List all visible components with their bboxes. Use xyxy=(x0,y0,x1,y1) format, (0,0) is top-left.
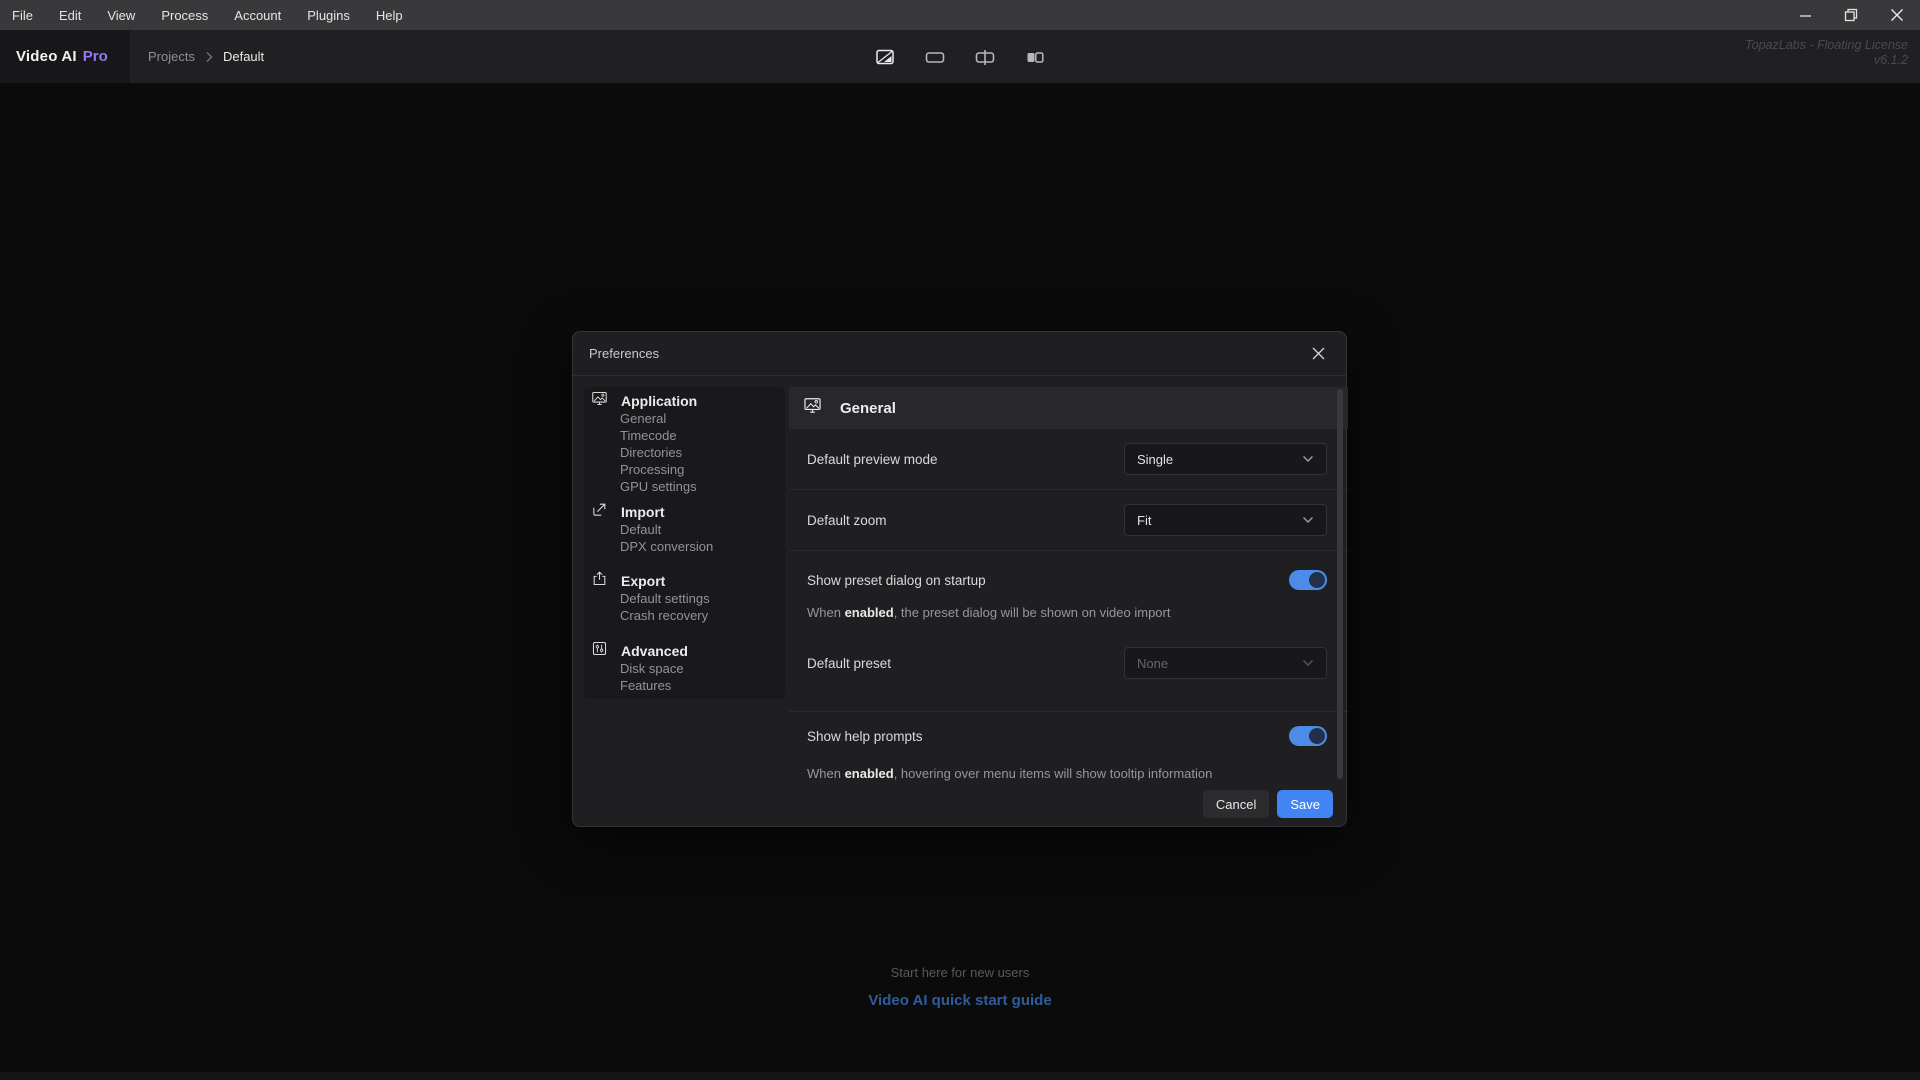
split-view-icon[interactable] xyxy=(972,44,998,70)
default-preview-mode-select[interactable]: Single xyxy=(1124,443,1327,475)
sidebar-item-dpx-conversion[interactable]: DPX conversion xyxy=(620,538,775,555)
window-controls xyxy=(1782,0,1920,30)
default-preset-label: Default preset xyxy=(807,655,892,671)
menu-process[interactable]: Process xyxy=(161,8,208,23)
dialog-body: Application General Timecode Directories… xyxy=(573,376,1348,827)
sidebar-item-default-settings[interactable]: Default settings xyxy=(620,590,775,607)
cancel-button[interactable]: Cancel xyxy=(1202,790,1270,818)
preferences-dialog: Preferences Application General Timecode… xyxy=(572,331,1348,827)
toggle-knob xyxy=(1309,572,1325,588)
diagonal-compare-icon[interactable] xyxy=(872,44,898,70)
sidebar-item-disk-space[interactable]: Disk space xyxy=(620,660,775,677)
sidebar-label-import: Import xyxy=(621,503,665,520)
export-subitems: Default settings Crash recovery xyxy=(620,590,775,624)
default-zoom-label: Default zoom xyxy=(807,512,887,528)
default-preview-mode-value: Single xyxy=(1137,451,1174,467)
quick-start-guide-link[interactable]: Video AI quick start guide xyxy=(0,992,1920,1009)
preferences-sidebar: Application General Timecode Directories… xyxy=(584,387,785,699)
default-preview-mode-label: Default preview mode xyxy=(807,451,938,467)
default-preview-mode-row: Default preview mode Single xyxy=(789,429,1348,490)
application-subitems: General Timecode Directories Processing … xyxy=(620,410,775,495)
sidebar-section-advanced: Advanced Disk space Features xyxy=(591,641,775,694)
dialog-scrollbar[interactable] xyxy=(1337,389,1343,779)
header-bar: Video AI Pro Projects Default TopazLabs … xyxy=(0,30,1920,83)
sidebar-label-advanced: Advanced xyxy=(621,642,688,659)
sidebar-item-import-default[interactable]: Default xyxy=(620,521,775,538)
dialog-close-icon[interactable] xyxy=(1306,342,1330,366)
default-preset-row: Default preset None xyxy=(807,647,1327,679)
advanced-subitems: Disk space Features xyxy=(620,660,775,694)
new-user-hint: Start here for new users xyxy=(890,965,1030,980)
app-window: File Edit View Process Account Plugins H… xyxy=(0,0,1920,1080)
sidebar-item-features[interactable]: Features xyxy=(620,677,775,694)
menu-plugins[interactable]: Plugins xyxy=(307,8,350,23)
application-icon xyxy=(591,390,608,412)
menu-help[interactable]: Help xyxy=(376,8,403,23)
sidebar-item-import[interactable]: Import xyxy=(591,502,775,521)
advanced-icon xyxy=(591,640,608,662)
show-preset-dialog-description: When enabled, the preset dialog will be … xyxy=(807,605,1171,620)
dialog-header: Preferences xyxy=(573,332,1346,376)
sidebar-section-import: Import Default DPX conversion xyxy=(591,502,775,555)
general-section-title: General xyxy=(840,399,896,417)
show-help-prompts-label: Show help prompts xyxy=(807,728,923,744)
restore-icon[interactable] xyxy=(1828,0,1874,30)
side-by-side-view-icon[interactable] xyxy=(1022,44,1048,70)
chevron-down-icon xyxy=(1302,455,1314,463)
sidebar-item-general[interactable]: General xyxy=(620,410,775,427)
menu-view[interactable]: View xyxy=(107,8,135,23)
export-icon xyxy=(591,570,608,592)
sidebar-item-gpu-settings[interactable]: GPU settings xyxy=(620,478,775,495)
chevron-down-icon xyxy=(1302,659,1314,667)
toggle-knob xyxy=(1309,728,1325,744)
minimize-icon[interactable] xyxy=(1782,0,1828,30)
menu-edit[interactable]: Edit xyxy=(59,8,81,23)
chevron-down-icon xyxy=(1302,516,1314,524)
general-section-header: General xyxy=(789,387,1348,429)
import-subitems: Default DPX conversion xyxy=(620,521,775,555)
sidebar-section-application: Application General Timecode Directories… xyxy=(591,391,775,495)
show-preset-dialog-row: Show preset dialog on startup xyxy=(807,568,1327,592)
default-zoom-value: Fit xyxy=(1137,512,1152,528)
close-icon[interactable] xyxy=(1874,0,1920,30)
sidebar-item-directories[interactable]: Directories xyxy=(620,444,775,461)
menu-bar: File Edit View Process Account Plugins H… xyxy=(0,0,1920,30)
sidebar-label-application: Application xyxy=(621,392,698,409)
sidebar-item-processing[interactable]: Processing xyxy=(620,461,775,478)
help-prompts-group: Show help prompts When enabled, hovering… xyxy=(789,712,1348,781)
general-section-icon xyxy=(803,396,822,420)
show-preset-dialog-label: Show preset dialog on startup xyxy=(807,572,986,588)
default-zoom-select[interactable]: Fit xyxy=(1124,504,1327,536)
sidebar-item-timecode[interactable]: Timecode xyxy=(620,427,775,444)
import-icon xyxy=(591,501,608,523)
single-view-icon[interactable] xyxy=(922,44,948,70)
show-help-prompts-description: When enabled, hovering over menu items w… xyxy=(807,766,1213,781)
show-preset-dialog-toggle[interactable] xyxy=(1289,570,1327,590)
default-preset-value: None xyxy=(1137,655,1169,671)
sidebar-item-advanced[interactable]: Advanced xyxy=(591,641,775,660)
sidebar-label-export: Export xyxy=(621,572,666,589)
preview-mode-toolbar xyxy=(0,30,1920,83)
menu-items: File Edit View Process Account Plugins H… xyxy=(0,8,403,23)
show-help-prompts-toggle[interactable] xyxy=(1289,726,1327,746)
save-button[interactable]: Save xyxy=(1277,790,1333,818)
menu-account[interactable]: Account xyxy=(234,8,281,23)
default-zoom-row: Default zoom Fit xyxy=(789,490,1348,551)
default-preset-select: None xyxy=(1124,647,1327,679)
dialog-footer: Cancel Save xyxy=(1202,790,1333,818)
preferences-content: General Default preview mode Single Defa… xyxy=(789,387,1348,781)
preset-dialog-group: Show preset dialog on startup When enabl… xyxy=(789,551,1348,712)
sidebar-item-application[interactable]: Application xyxy=(591,391,775,410)
sidebar-item-crash-recovery[interactable]: Crash recovery xyxy=(620,607,775,624)
license-info: TopazLabs - Floating License v6.1.2 xyxy=(1745,38,1908,68)
sidebar-item-export[interactable]: Export xyxy=(591,570,775,592)
menu-file[interactable]: File xyxy=(12,8,33,23)
dialog-title: Preferences xyxy=(589,346,660,361)
license-line2: v6.1.2 xyxy=(1873,53,1908,67)
bottom-bar xyxy=(0,1072,1920,1080)
sidebar-section-export: Export Default settings Crash recovery xyxy=(591,570,775,624)
show-help-prompts-row: Show help prompts xyxy=(807,724,1327,748)
license-line1: TopazLabs - Floating License xyxy=(1745,38,1908,52)
